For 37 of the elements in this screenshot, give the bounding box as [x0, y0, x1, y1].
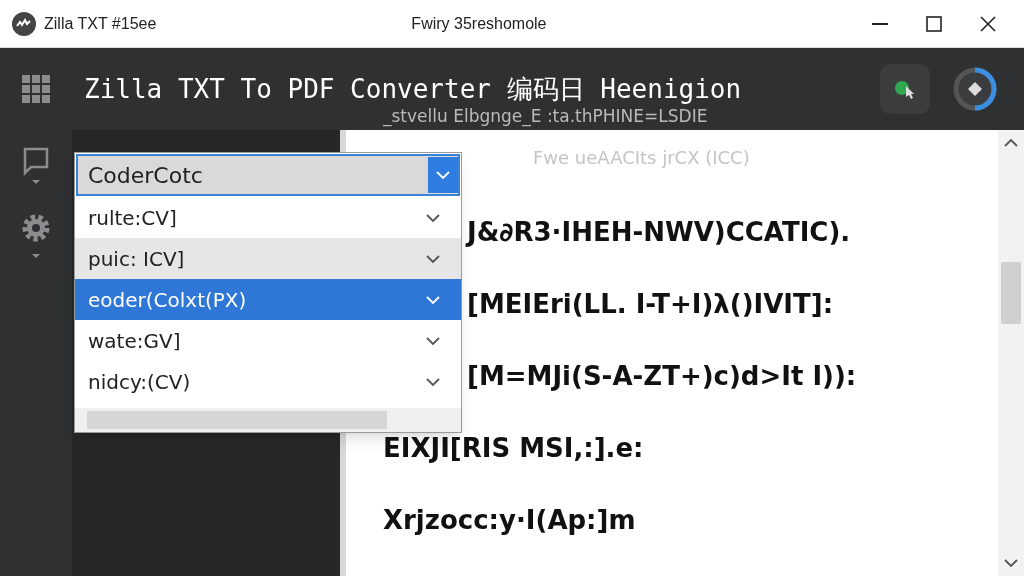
dropdown-option[interactable]: wate:GV] — [75, 320, 461, 361]
document-text-line: J&∂R3·IHEH-NWV)CCATIC). — [467, 217, 852, 247]
scrollbar-thumb[interactable] — [87, 411, 387, 429]
scroll-up-icon — [1003, 138, 1019, 148]
app-heading: Zilla TXT To PDF Converter 编码日 Heenigion — [84, 72, 742, 106]
chevron-icon — [425, 253, 441, 264]
document-text-line: Fwe ueAACIts jrCX (ICC) — [533, 146, 751, 170]
dropdown-option[interactable]: eoder(Colxt(PX) — [75, 279, 461, 320]
dropdown-option[interactable]: rulte:CV] — [75, 197, 461, 238]
chevron-icon — [425, 376, 441, 387]
document-text-line: _stvellu Elbgnge_E :ta.thPHINE=LSDIE — [383, 105, 708, 129]
dropdown-chevron-icon — [435, 170, 451, 180]
chevron-icon — [425, 212, 441, 223]
window-title: Zilla TXT #15ee — [44, 13, 157, 34]
document-text-line: [M=MJi(S-A-ZT+)c)d>It I)): — [467, 361, 858, 391]
document-text-line: [MEIEri(LL. I-T+I)λ()IVIT]: — [467, 289, 835, 319]
horizontal-scrollbar[interactable] — [75, 408, 461, 432]
dropdown-option[interactable]: puic: ICV] — [75, 238, 461, 279]
chat-button[interactable] — [22, 146, 50, 186]
maximize-icon — [926, 15, 942, 32]
chevron-icon — [425, 335, 441, 346]
chat-icon — [22, 146, 50, 186]
window-subtitle: Fwiry 35reshomole — [411, 13, 547, 34]
grid-icon — [21, 74, 51, 104]
vertical-scrollbar[interactable] — [998, 130, 1024, 576]
minimize-icon — [872, 22, 888, 25]
close-icon — [980, 15, 996, 32]
document-text-line: Xrjzocc:y·I(Ap:]m — [383, 505, 637, 535]
status-button[interactable] — [880, 64, 930, 114]
scroll-down-icon — [1003, 558, 1019, 568]
progress-ring-icon — [952, 66, 998, 112]
document-text-line: EIXJI[RIS MSI,:].e: — [383, 433, 645, 463]
app-logo-icon — [12, 11, 36, 36]
chevron-icon — [425, 294, 441, 305]
scrollbar-thumb[interactable] — [1001, 262, 1021, 324]
dropdown-field[interactable]: CoderCotc — [76, 154, 460, 196]
dropdown-option[interactable]: nidcy:(CV) — [75, 361, 461, 402]
